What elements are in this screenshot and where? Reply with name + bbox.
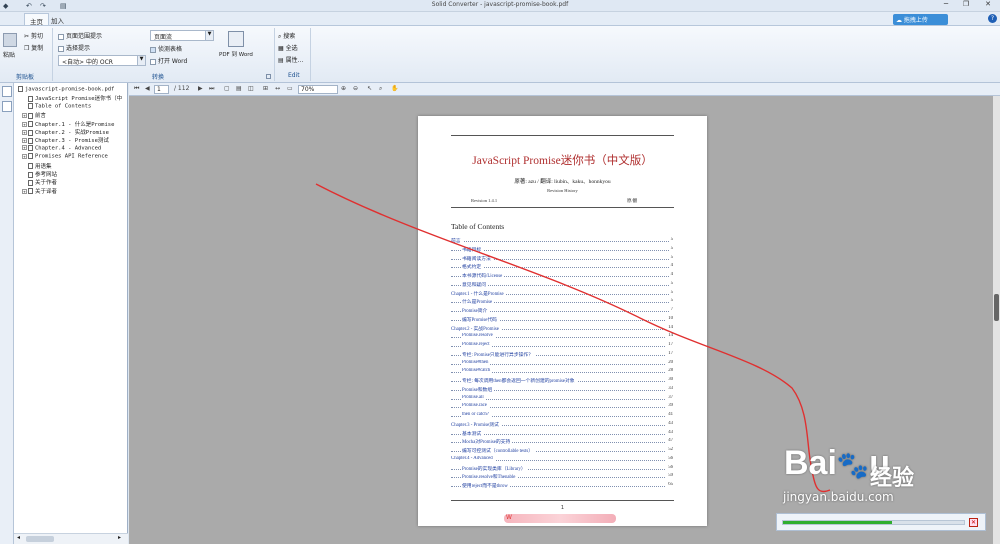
red-line-icon [315,183,831,493]
cancel-icon[interactable]: ✕ [969,518,978,527]
watermark-url: jingyan.baidu.com [783,490,894,504]
baidu-watermark: Bai🐾u 经验 jingyan.baidu.com [774,432,1000,507]
jingyan-logo: 经验 [870,466,915,491]
progress-fill [783,521,892,524]
